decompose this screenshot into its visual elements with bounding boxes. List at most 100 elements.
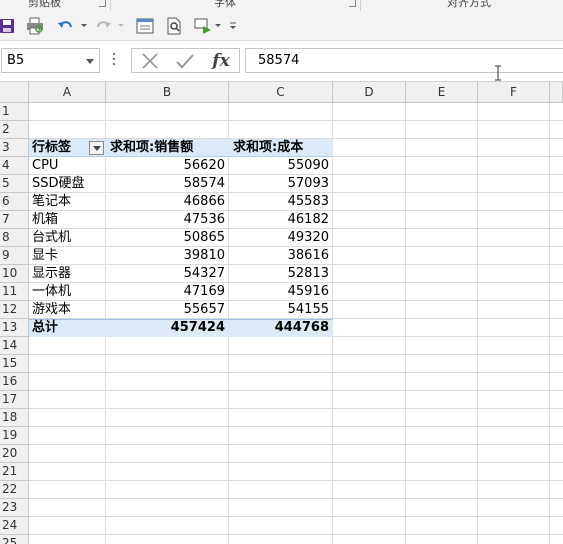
pivot-total-label[interactable]: 总计 [29, 319, 106, 337]
gridline-vertical [477, 103, 478, 544]
chevron-down-icon[interactable] [86, 59, 94, 64]
row-header-11[interactable]: 11 [0, 283, 29, 301]
form-icon[interactable] [134, 15, 156, 37]
row-header-4[interactable]: 4 [0, 157, 29, 175]
row-header-19[interactable]: 19 [0, 427, 29, 445]
row-header-13[interactable]: 13 [0, 319, 29, 337]
pivot-item-label[interactable]: 显卡 [29, 247, 106, 265]
pivot-total-sales[interactable]: 457424 [106, 319, 229, 337]
name-box[interactable]: B5 [1, 48, 100, 73]
column-header-b[interactable]: B [106, 82, 229, 103]
pivot-item-cost[interactable]: 45583 [229, 193, 333, 211]
save-icon[interactable] [0, 15, 18, 37]
formula-value: 58574 [258, 53, 300, 68]
row-header-20[interactable]: 20 [0, 445, 29, 463]
gridline-horizontal [29, 408, 563, 409]
resize-handle-icon[interactable] [113, 53, 116, 69]
pivot-item-cost[interactable]: 38616 [229, 247, 333, 265]
pivot-item-sales[interactable]: 46866 [106, 193, 229, 211]
pivot-item-label[interactable]: SSD硬盘 [29, 175, 106, 193]
pivot-sales-header[interactable]: 求和项:销售额 [106, 139, 229, 157]
spreadsheet-grid[interactable]: A B C D E F 1 2 3 4 5 6 7 8 9 10 11 12 13 14 15 16 17 18 19 20 21 2… [0, 82, 563, 544]
row-header-1[interactable]: 1 [0, 103, 29, 121]
gridline-horizontal [29, 372, 563, 373]
pivot-item-cost[interactable]: 45916 [229, 283, 333, 301]
column-header-a[interactable]: A [29, 82, 106, 103]
pivot-total-cost[interactable]: 444768 [229, 319, 333, 337]
row-header-24[interactable]: 24 [0, 517, 29, 535]
gridline-horizontal [29, 498, 563, 499]
gridline-horizontal [29, 120, 563, 121]
gridline-horizontal [29, 534, 563, 535]
gridline-vertical [549, 103, 550, 544]
pivot-item-sales[interactable]: 55657 [106, 301, 229, 319]
text-cursor-icon [495, 65, 501, 81]
pivot-item-label[interactable]: 游戏本 [29, 301, 106, 319]
customize-toolbar-icon[interactable] [222, 15, 244, 37]
pivot-item-sales[interactable]: 39810 [106, 247, 229, 265]
formula-input[interactable]: 58574 [245, 48, 563, 73]
gridline-horizontal [29, 462, 563, 463]
row-header-6[interactable]: 6 [0, 193, 29, 211]
zoom-page-icon[interactable] [163, 15, 185, 37]
redo-dropdown-icon[interactable] [110, 15, 132, 37]
column-header-c[interactable]: C [229, 82, 333, 103]
row-header-8[interactable]: 8 [0, 229, 29, 247]
row-header-5[interactable]: 5 [0, 175, 29, 193]
pivot-item-cost[interactable]: 49320 [229, 229, 333, 247]
row-header-12[interactable]: 12 [0, 301, 29, 319]
pivot-item-cost[interactable]: 46182 [229, 211, 333, 229]
pivot-item-label[interactable]: CPU [29, 157, 106, 175]
gridline-horizontal [29, 444, 563, 445]
column-header-e[interactable]: E [406, 82, 478, 103]
row-header-10[interactable]: 10 [0, 265, 29, 283]
pivot-item-cost[interactable]: 52813 [229, 265, 333, 283]
gridline-horizontal [29, 354, 563, 355]
pivot-item-cost[interactable]: 57093 [229, 175, 333, 193]
gridline-horizontal [29, 426, 563, 427]
pivot-item-label[interactable]: 显示器 [29, 265, 106, 283]
pivot-item-label[interactable]: 一体机 [29, 283, 106, 301]
row-header-23[interactable]: 23 [0, 499, 29, 517]
row-header-2[interactable]: 2 [0, 121, 29, 139]
pivot-item-label[interactable]: 台式机 [29, 229, 106, 247]
pivot-item-cost[interactable]: 55090 [229, 157, 333, 175]
row-header-14[interactable]: 14 [0, 337, 29, 355]
pivot-cost-header[interactable]: 求和项:成本 [229, 139, 333, 157]
font-dialog-launcher-icon[interactable] [349, 0, 356, 7]
pivot-item-sales[interactable]: 54327 [106, 265, 229, 283]
filter-dropdown-icon[interactable] [89, 141, 104, 155]
formula-bar: B5 fx 58574 [0, 41, 563, 82]
row-header-21[interactable]: 21 [0, 463, 29, 481]
gridline-horizontal [29, 390, 563, 391]
pivot-item-sales[interactable]: 47536 [106, 211, 229, 229]
name-box-value: B5 [7, 53, 25, 68]
pivot-item-sales[interactable]: 56620 [106, 157, 229, 175]
cancel-icon[interactable] [135, 50, 165, 72]
row-header-16[interactable]: 16 [0, 373, 29, 391]
column-header-f[interactable]: F [478, 82, 550, 103]
row-header-17[interactable]: 17 [0, 391, 29, 409]
print-preview-icon[interactable] [24, 15, 46, 37]
ribbon-group-font: 字体 [214, 0, 236, 9]
row-header-3[interactable]: 3 [0, 139, 29, 157]
row-header-18[interactable]: 18 [0, 409, 29, 427]
row-header-25[interactable]: 25 [0, 535, 29, 544]
row-header-7[interactable]: 7 [0, 211, 29, 229]
pivot-item-sales[interactable]: 58574 [106, 175, 229, 193]
pivot-item-cost[interactable]: 54155 [229, 301, 333, 319]
ribbon-separator [360, 0, 361, 11]
pivot-item-label[interactable]: 笔记本 [29, 193, 106, 211]
row-header-9[interactable]: 9 [0, 247, 29, 265]
insert-function-button[interactable]: fx [206, 50, 236, 72]
column-header-d[interactable]: D [333, 82, 406, 103]
pivot-item-sales[interactable]: 50865 [106, 229, 229, 247]
pivot-item-sales[interactable]: 47169 [106, 283, 229, 301]
select-all-corner[interactable] [0, 82, 29, 103]
enter-check-icon[interactable] [170, 50, 200, 72]
row-header-22[interactable]: 22 [0, 481, 29, 499]
row-header-15[interactable]: 15 [0, 355, 29, 373]
formula-buttons: fx [131, 48, 240, 73]
clipboard-dialog-launcher-icon[interactable] [99, 0, 106, 7]
pivot-item-label[interactable]: 机箱 [29, 211, 106, 229]
